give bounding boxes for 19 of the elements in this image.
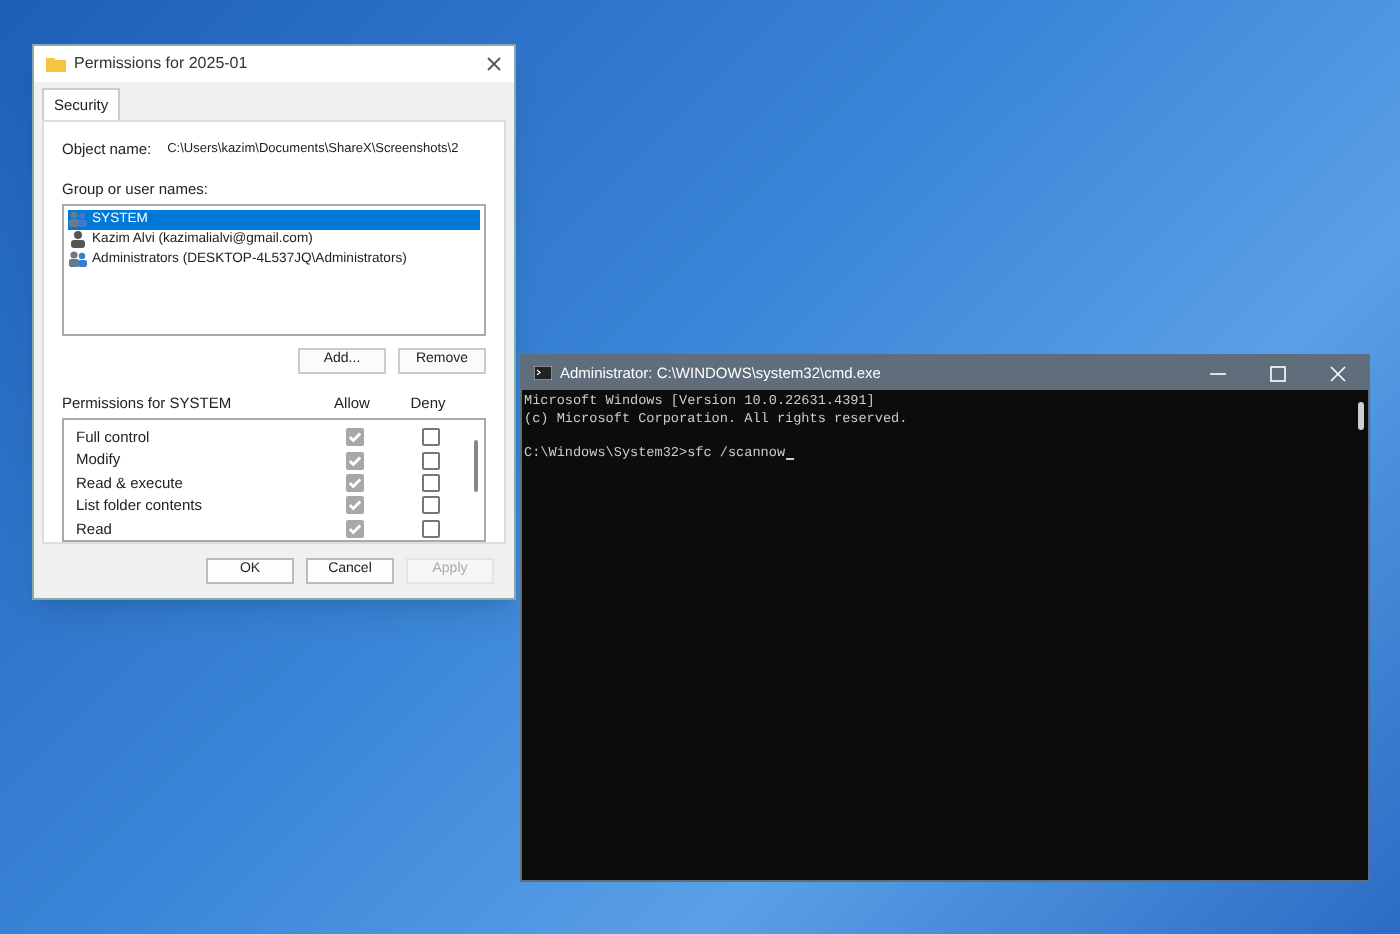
maximize-icon[interactable]	[1270, 365, 1286, 381]
checkbox[interactable]	[345, 428, 363, 447]
checkbox[interactable]	[345, 496, 363, 515]
checkbox[interactable]	[345, 519, 363, 538]
checkbox[interactable]	[421, 428, 439, 447]
checkbox[interactable]	[345, 451, 363, 470]
checkbox[interactable]	[421, 451, 439, 470]
folder-icon	[46, 56, 66, 72]
users-icon	[68, 250, 88, 269]
text-cursor	[785, 457, 794, 460]
checkbox[interactable]	[421, 519, 439, 538]
terminal-icon	[534, 366, 552, 380]
window-title: Permissions for 2025-01	[74, 52, 250, 76]
user-icon	[68, 230, 88, 249]
checkbox[interactable]	[421, 474, 439, 493]
users-icon	[68, 210, 88, 229]
checkbox[interactable]	[345, 474, 363, 493]
close-icon[interactable]	[486, 56, 502, 72]
checkbox[interactable]	[421, 496, 439, 515]
